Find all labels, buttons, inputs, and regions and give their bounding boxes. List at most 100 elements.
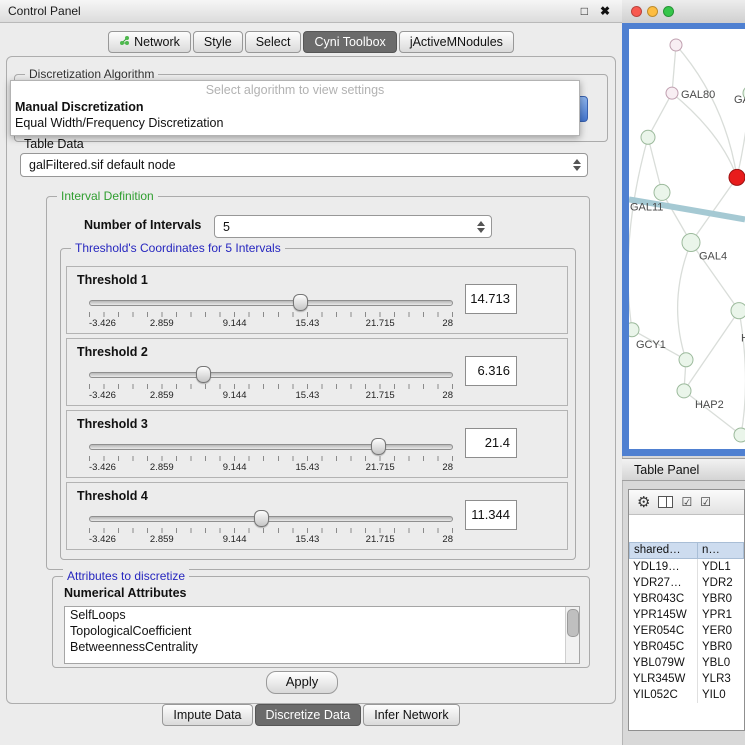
- slider-scale-label: 21.715: [366, 534, 395, 545]
- table-cell: YBL0: [698, 655, 744, 671]
- network-node[interactable]: [734, 428, 745, 442]
- network-node[interactable]: [677, 384, 691, 398]
- columns-icon[interactable]: [658, 496, 673, 508]
- tab-infer-network[interactable]: Infer Network: [363, 704, 459, 726]
- slider-track[interactable]: [89, 516, 453, 522]
- network-node[interactable]: [641, 130, 655, 144]
- slider-scale-label: 9.144: [223, 462, 247, 473]
- network-node[interactable]: [729, 169, 745, 185]
- algorithm-option[interactable]: Equal Width/Frequency Discretization: [11, 115, 579, 131]
- slider-track[interactable]: [89, 444, 453, 450]
- threshold-value-field[interactable]: 14.713: [465, 284, 517, 314]
- network-node[interactable]: [731, 303, 745, 319]
- network-window-titlebar[interactable]: [622, 0, 745, 24]
- slider-thumb[interactable]: [371, 438, 386, 455]
- network-edge[interactable]: [672, 45, 676, 93]
- table-cell: YPR1: [698, 607, 744, 623]
- apply-button[interactable]: Apply: [266, 671, 338, 694]
- column-header[interactable]: n…: [698, 542, 744, 559]
- control-panel: Control Panel □ ✖ Network Style Select C…: [0, 0, 623, 745]
- slider-ticks: [89, 528, 453, 533]
- threshold-value-field[interactable]: 6.316: [465, 356, 517, 386]
- float-window-icon[interactable]: □: [581, 0, 588, 22]
- slider-track[interactable]: [89, 300, 453, 306]
- network-edge[interactable]: [678, 243, 691, 360]
- network-graph[interactable]: GAL80GAGAL11GAL4HGCY1HAP2: [629, 29, 745, 449]
- list-item[interactable]: SelfLoops: [65, 607, 579, 623]
- threshold-value-field[interactable]: 11.344: [465, 500, 517, 530]
- network-tab-icon: [119, 35, 130, 49]
- threshold-slider[interactable]: -3.4262.8599.14415.4321.71528: [89, 293, 453, 331]
- scrollbar-thumb[interactable]: [567, 609, 579, 637]
- network-node-label: GAL11: [630, 201, 663, 213]
- threshold-slider[interactable]: -3.4262.8599.14415.4321.71528: [89, 437, 453, 475]
- threshold-value-field[interactable]: 21.4: [465, 428, 517, 458]
- table-row[interactable]: YER054CYER0: [629, 623, 744, 639]
- table-cell: YDL1: [698, 559, 744, 575]
- threshold-slider[interactable]: -3.4262.8599.14415.4321.71528: [89, 509, 453, 547]
- table-row[interactable]: YBR045CYBR0: [629, 639, 744, 655]
- tab-style[interactable]: Style: [193, 31, 243, 53]
- table-row[interactable]: YBL079WYBL0: [629, 655, 744, 671]
- table-row[interactable]: YIL052CYIL0: [629, 687, 744, 703]
- network-node-label: HAP2: [695, 399, 724, 411]
- table-panel-header[interactable]: Table Panel: [622, 458, 745, 481]
- network-edge[interactable]: [684, 311, 739, 391]
- threshold-slider[interactable]: -3.4262.8599.14415.4321.71528: [89, 365, 453, 403]
- network-node[interactable]: [654, 184, 670, 200]
- slider-thumb[interactable]: [196, 366, 211, 383]
- table-row[interactable]: YLR345WYLR3: [629, 671, 744, 687]
- table-cell: YBR045C: [629, 639, 698, 655]
- tab-select[interactable]: Select: [245, 31, 302, 53]
- number-of-intervals-label: Number of Intervals: [84, 218, 201, 232]
- table-cell: YLR3: [698, 671, 744, 687]
- algorithm-option[interactable]: Manual Discretization: [11, 99, 579, 115]
- checkbox-icon[interactable]: ☑: [700, 496, 711, 508]
- network-canvas[interactable]: GAL80GAGAL11GAL4HGCY1HAP2: [629, 29, 745, 449]
- network-edge[interactable]: [648, 93, 672, 137]
- table-row[interactable]: YBR043CYBR0: [629, 591, 744, 607]
- numerical-attributes-list[interactable]: SelfLoopsTopologicalCoefficientBetweenne…: [64, 606, 580, 664]
- network-node[interactable]: [666, 87, 678, 99]
- dropdown-arrows-icon: [573, 159, 581, 171]
- slider-thumb[interactable]: [293, 294, 308, 311]
- zoom-traffic-light-icon[interactable]: [663, 6, 674, 17]
- scrollbar[interactable]: [565, 607, 579, 663]
- algorithm-placeholder-option[interactable]: Select algorithm to view settings: [11, 81, 579, 99]
- network-node[interactable]: [682, 233, 700, 251]
- gear-icon[interactable]: ⚙: [637, 495, 650, 510]
- table-row[interactable]: YPR145WYPR1: [629, 607, 744, 623]
- tab-cyni-toolbox[interactable]: Cyni Toolbox: [303, 31, 396, 53]
- list-item[interactable]: BetweennessCentrality: [65, 639, 579, 655]
- network-node[interactable]: [679, 353, 693, 367]
- slider-scale: -3.4262.8599.14415.4321.71528: [89, 534, 453, 546]
- table-row[interactable]: YDR27…YDR2: [629, 575, 744, 591]
- network-edge[interactable]: [739, 311, 745, 435]
- column-header[interactable]: shared…: [629, 542, 698, 559]
- slider-scale-label: 28: [442, 318, 453, 329]
- list-item[interactable]: TopologicalCoefficient: [65, 623, 579, 639]
- tab-label: Cyni Toolbox: [314, 35, 385, 49]
- network-edge[interactable]: [684, 391, 741, 435]
- table-data-select[interactable]: galFiltered.sif default node: [20, 153, 588, 177]
- close-traffic-light-icon[interactable]: [631, 6, 642, 17]
- network-node[interactable]: [629, 323, 639, 337]
- table-row[interactable]: YDL19…YDL1: [629, 559, 744, 575]
- checkbox-icon[interactable]: ☑: [681, 496, 692, 508]
- minimize-traffic-light-icon[interactable]: [647, 6, 658, 17]
- tab-discretize-data[interactable]: Discretize Data: [255, 704, 362, 726]
- close-icon[interactable]: ✖: [600, 0, 610, 22]
- tab-network[interactable]: Network: [108, 31, 191, 53]
- slider-scale-label: -3.426: [89, 462, 116, 473]
- slider-track[interactable]: [89, 372, 453, 378]
- network-node[interactable]: [670, 39, 682, 51]
- slider-thumb[interactable]: [254, 510, 269, 527]
- tab-impute-data[interactable]: Impute Data: [162, 704, 252, 726]
- network-edge[interactable]: [629, 137, 648, 329]
- network-node-label: GAL80: [681, 89, 715, 101]
- slider-scale-label: -3.426: [89, 390, 116, 401]
- table-cell: YER054C: [629, 623, 698, 639]
- tab-jactivemnodules[interactable]: jActiveMNodules: [399, 31, 514, 53]
- network-edge[interactable]: [648, 137, 662, 192]
- number-of-intervals-select[interactable]: 5: [214, 215, 492, 238]
